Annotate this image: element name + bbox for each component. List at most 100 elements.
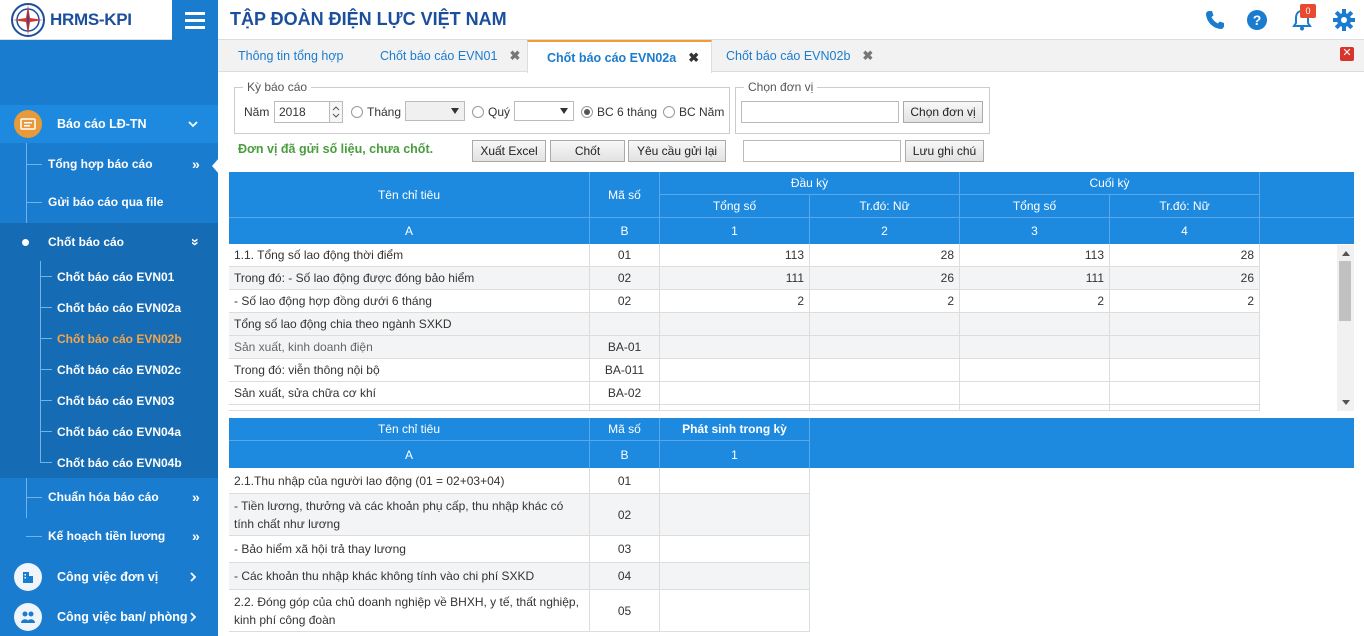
cell-value[interactable] [660,494,810,535]
cell-value[interactable]: 28 [810,244,960,266]
help-icon[interactable]: ? [1245,8,1269,32]
quarter-select[interactable] [514,101,574,121]
cell-value[interactable] [810,359,960,381]
table-row[interactable]: 2.2. Đóng góp của chủ doanh nghiệp về BH… [229,590,810,632]
close-report-button[interactable]: Chốt [550,140,625,162]
sidebar-item-close-report[interactable]: Chốt báo cáo » [0,223,218,261]
sidebar-group-reports[interactable]: Báo cáo LĐ-TN [0,105,218,143]
cell-value[interactable] [960,382,1110,404]
logo[interactable]: HRMS-KPI [0,0,172,40]
close-all-tabs-button[interactable]: ✕ [1340,47,1354,61]
menu-toggle-button[interactable] [172,0,218,40]
sidebar-item-salary-plan[interactable]: Kế hoạch tiền lương » [0,517,218,555]
tree-branch [40,307,52,308]
unit-input[interactable] [741,101,899,123]
sidebar-group-unit-work[interactable]: Công việc đơn vị [0,558,218,596]
table-row[interactable]: Sản xuất, sửa chữa cơ khí BA-02 [229,382,1260,405]
cell-value[interactable] [660,536,810,562]
table1-scrollbar[interactable] [1337,245,1354,411]
tree-branch [40,462,52,463]
close-icon[interactable]: ✖ [862,48,873,64]
sidebar-item-send-file[interactable]: Gửi báo cáo qua file [0,183,218,221]
table-row[interactable]: Sản xuất, kinh doanh điện BA-01 [229,336,1260,359]
request-resend-button[interactable]: Yêu cầu gửi lại [628,140,726,162]
cell-value[interactable] [660,313,810,335]
tab-evn02b[interactable]: Chốt báo cáo EVN02b ✖ [726,40,873,72]
cell-value[interactable] [1110,313,1260,335]
scroll-up-icon[interactable] [1342,251,1350,256]
month-radio[interactable] [351,106,363,118]
cell-value[interactable] [660,382,810,404]
year-stepper[interactable] [329,101,343,123]
close-icon[interactable]: ✖ [509,48,520,64]
tab-summary-info[interactable]: Thông tin tổng hợp [238,40,344,72]
save-note-button[interactable]: Lưu ghi chú [905,140,984,162]
cell-value[interactable] [1110,336,1260,358]
sidebar-subitem-evn02b[interactable]: Chốt báo cáo EVN02b [0,323,218,354]
cell-value[interactable]: 111 [660,267,810,289]
half-year-radio[interactable] [581,106,593,118]
cell-value[interactable]: 26 [810,267,960,289]
scroll-down-icon[interactable] [1342,400,1350,405]
tab-evn01[interactable]: Chốt báo cáo EVN01 ✖ [380,40,520,72]
table-row[interactable]: - Bảo hiểm xã hội trả thay lương 03 [229,536,810,563]
export-excel-button[interactable]: Xuất Excel [472,140,546,162]
cell-value[interactable] [1110,382,1260,404]
tab-bar: Thông tin tổng hợp Chốt báo cáo EVN01 ✖ … [218,40,1364,73]
cell-value[interactable] [660,336,810,358]
tab-evn02a[interactable]: Chốt báo cáo EVN02a ✖ [527,40,713,73]
scroll-thumb[interactable] [1339,261,1351,321]
quarter-radio[interactable] [472,106,484,118]
cell-value[interactable] [960,336,1110,358]
cell-value[interactable]: 113 [660,244,810,266]
month-select[interactable] [405,101,465,121]
table-row[interactable]: - Các khoản thu nhập khác không tính vào… [229,563,810,590]
cell-value[interactable]: 111 [960,267,1110,289]
cell-value[interactable] [660,359,810,381]
sidebar-subitem-evn03[interactable]: Chốt báo cáo EVN03 [0,385,218,416]
cell-value[interactable]: 26 [1110,267,1260,289]
year-input[interactable] [274,101,330,123]
cell-value[interactable] [660,468,810,493]
close-icon[interactable]: ✖ [688,50,699,66]
cell-value[interactable]: 113 [960,244,1110,266]
cell-value[interactable]: 28 [1110,244,1260,266]
cell-value[interactable]: 2 [960,290,1110,312]
cell-value[interactable] [660,590,810,631]
table-row[interactable]: Tổng số lao động chia theo ngành SXKD [229,313,1260,336]
cell-value[interactable] [1110,359,1260,381]
cell-value[interactable]: 2 [1110,290,1260,312]
table-row[interactable]: 1.1. Tổng số lao động thời điểm 01 113 2… [229,244,1260,267]
table-row[interactable]: - Số lao động hợp đồng dưới 6 tháng 02 2… [229,290,1260,313]
table-row[interactable]: Trong đó: - Số lao động được đóng bảo hi… [229,267,1260,290]
cell-value[interactable] [660,563,810,589]
sidebar-item-label: Chốt báo cáo [48,235,125,249]
cell-value[interactable]: 2 [660,290,810,312]
table-row[interactable]: 2.1.Thu nhập của người lao động (01 = 02… [229,468,810,494]
sidebar-group-department-work[interactable]: Công việc ban/ phòng [0,598,218,636]
note-input[interactable] [743,140,901,162]
choose-unit-button[interactable]: Chọn đơn vị [903,101,983,123]
cell-value[interactable] [960,313,1110,335]
annual-radio[interactable] [663,106,675,118]
cell-value[interactable] [960,359,1110,381]
sidebar-subitem-evn02a[interactable]: Chốt báo cáo EVN02a [0,292,218,323]
gear-icon[interactable] [1332,8,1356,32]
sidebar-item-summary[interactable]: Tổng hợp báo cáo » [0,145,218,183]
cell-value[interactable] [810,313,960,335]
cell-value[interactable] [810,382,960,404]
phone-icon[interactable] [1203,8,1227,32]
table-row[interactable]: - Tiền lương, thưởng và các khoản phụ cấ… [229,494,810,536]
sidebar-subitem-evn04a[interactable]: Chốt báo cáo EVN04a [0,416,218,447]
sidebar-subitem-evn04b[interactable]: Chốt báo cáo EVN04b [0,447,218,478]
page-title: TẬP ĐOÀN ĐIỆN LỰC VIỆT NAM [230,9,507,29]
month-label: Tháng [367,105,402,119]
sidebar-subitem-evn02c[interactable]: Chốt báo cáo EVN02c [0,354,218,385]
cell-value[interactable]: 2 [810,290,960,312]
sidebar-subitem-evn01[interactable]: Chốt báo cáo EVN01 [0,261,218,292]
cell-value[interactable] [810,336,960,358]
cell-value [1110,405,1260,410]
sidebar-item-standardize[interactable]: Chuẩn hóa báo cáo » [0,478,218,516]
table-row[interactable]: Trong đó: viễn thông nội bộ BA-011 [229,359,1260,382]
cell-name: Sản xuất, kinh doanh điện [229,336,590,358]
